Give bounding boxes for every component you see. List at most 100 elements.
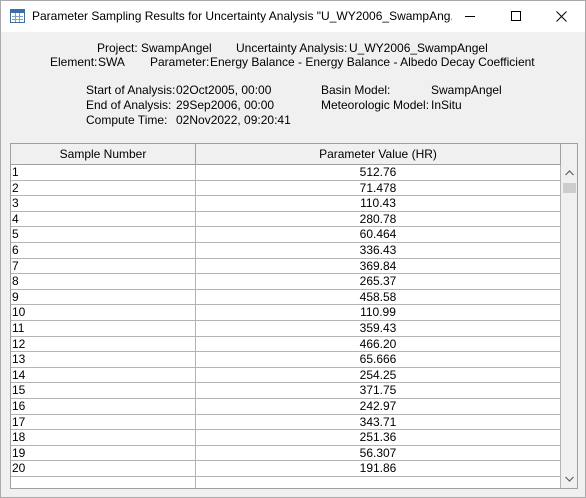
minimize-button[interactable] xyxy=(447,1,493,32)
analysis-info: Project: SwampAngel Uncertainty Analysis… xyxy=(1,32,585,142)
table-body: 1 512.76 2 71.478 3 110.43 4 280.78 5 60.464 6 336.… xyxy=(11,165,561,488)
met-value: InSitu xyxy=(431,98,462,112)
end-value: 29Sep2006, 00:00 xyxy=(176,98,275,112)
parameter-value-cell[interactable]: 512.76 xyxy=(196,165,561,181)
table-row[interactable]: 3 110.43 xyxy=(11,196,561,212)
parameter-value-cell[interactable]: 280.78 xyxy=(196,211,561,228)
sample-number-cell[interactable]: 14 xyxy=(11,367,196,384)
project-value: SwampAngel xyxy=(141,41,212,55)
results-window: Parameter Sampling Results for Uncertain… xyxy=(0,0,586,498)
sample-number-cell[interactable]: 20 xyxy=(11,461,196,477)
sample-number-cell[interactable]: 13 xyxy=(11,352,196,368)
scrollbar-thumb[interactable] xyxy=(563,183,576,193)
scroll-down-button[interactable] xyxy=(561,471,577,488)
minimize-icon xyxy=(465,16,475,17)
sample-number-cell[interactable]: 1 xyxy=(11,165,196,181)
window-title: Parameter Sampling Results for Uncertain… xyxy=(32,9,452,23)
sample-number-cell[interactable]: 5 xyxy=(11,227,196,243)
sample-number-cell[interactable]: 4 xyxy=(11,211,196,228)
table-row[interactable]: 6 336.43 xyxy=(11,242,561,259)
sample-number-cell[interactable]: 17 xyxy=(11,414,196,431)
parameter-value-cell[interactable]: 336.43 xyxy=(196,242,561,259)
met-label: Meteorologic Model: xyxy=(321,98,430,112)
table-row[interactable]: 14 254.25 xyxy=(11,367,561,384)
sample-number-cell[interactable]: 3 xyxy=(11,196,196,212)
uncertainty-value: U_WY2006_SwampAngel xyxy=(349,41,488,55)
parameter-value-cell[interactable]: 110.43 xyxy=(196,196,561,212)
table-row[interactable]: 16 242.97 xyxy=(11,398,561,415)
sample-number-cell[interactable]: 7 xyxy=(11,258,196,275)
parameter-value: Energy Balance - Energy Balance - Albedo… xyxy=(210,55,535,69)
table-row[interactable]: 4 280.78 xyxy=(11,211,561,228)
table-row[interactable]: 20 191.86 xyxy=(11,461,561,477)
table-row[interactable]: 17 343.71 xyxy=(11,414,561,431)
table-icon xyxy=(10,9,25,23)
vertical-scrollbar[interactable] xyxy=(561,144,577,488)
sample-number-cell[interactable]: 9 xyxy=(11,289,196,306)
sample-number-cell[interactable]: 12 xyxy=(11,336,196,353)
table-row[interactable]: 13 65.666 xyxy=(11,352,561,368)
start-value: 02Oct2005, 00:00 xyxy=(176,83,272,97)
column-header-sample-number[interactable]: Sample Number xyxy=(11,144,196,165)
table-row[interactable] xyxy=(11,476,561,488)
table-row[interactable]: 12 466.20 xyxy=(11,336,561,353)
table-row[interactable]: 11 359.43 xyxy=(11,320,561,337)
parameter-value-cell[interactable]: 369.84 xyxy=(196,258,561,275)
parameter-value-cell[interactable]: 343.71 xyxy=(196,414,561,431)
parameter-value-cell[interactable]: 65.666 xyxy=(196,352,561,368)
parameter-value-cell[interactable]: 56.307 xyxy=(196,445,561,462)
parameter-value-cell[interactable]: 60.464 xyxy=(196,227,561,243)
parameter-label: Parameter: xyxy=(150,55,210,69)
parameter-value-cell[interactable]: 466.20 xyxy=(196,336,561,353)
table-row[interactable]: 15 371.75 xyxy=(11,383,561,399)
table-row[interactable]: 2 71.478 xyxy=(11,180,561,197)
sample-number-cell[interactable]: 2 xyxy=(11,180,196,197)
table-row[interactable]: 7 369.84 xyxy=(11,258,561,275)
parameter-value-cell[interactable]: 242.97 xyxy=(196,398,561,415)
project-label: Project: xyxy=(97,41,138,55)
column-header-parameter-value[interactable]: Parameter Value (HR) xyxy=(196,144,561,165)
parameter-value-cell[interactable]: 265.37 xyxy=(196,274,561,290)
maximize-button[interactable] xyxy=(493,1,539,32)
parameter-value-cell[interactable]: 251.36 xyxy=(196,430,561,446)
parameter-value-cell[interactable]: 254.25 xyxy=(196,367,561,384)
element-value: SWA xyxy=(98,55,125,69)
parameter-value-cell[interactable]: 110.99 xyxy=(196,305,561,321)
basin-value: SwampAngel xyxy=(431,83,502,97)
sample-number-cell[interactable]: 8 xyxy=(11,274,196,290)
parameter-value-cell[interactable]: 359.43 xyxy=(196,320,561,337)
sample-number-cell[interactable]: 6 xyxy=(11,242,196,259)
table-row[interactable]: 8 265.37 xyxy=(11,274,561,290)
table-row[interactable]: 5 60.464 xyxy=(11,227,561,243)
end-label: End of Analysis: xyxy=(86,98,172,112)
table-row[interactable]: 1 512.76 xyxy=(11,165,561,181)
chevron-up-icon xyxy=(565,170,574,176)
scroll-up-button[interactable] xyxy=(561,165,577,182)
table-row[interactable]: 9 458.58 xyxy=(11,289,561,306)
close-button[interactable] xyxy=(539,1,585,32)
compute-value: 02Nov2022, 09:20:41 xyxy=(176,113,291,127)
results-table: Sample Number Parameter Value (HR) 1 512.… xyxy=(10,143,578,489)
sample-number-cell[interactable]: 16 xyxy=(11,398,196,415)
parameter-value-cell[interactable]: 71.478 xyxy=(196,180,561,197)
sample-number-cell[interactable]: 15 xyxy=(11,383,196,399)
parameter-value-cell[interactable]: 458.58 xyxy=(196,289,561,306)
parameter-value-cell[interactable] xyxy=(196,476,561,488)
start-label: Start of Analysis: xyxy=(86,83,176,97)
uncertainty-label: Uncertainty Analysis: xyxy=(236,41,348,55)
table-header: Sample Number Parameter Value (HR) xyxy=(11,144,561,165)
sample-number-cell[interactable] xyxy=(11,476,196,488)
sample-number-cell[interactable]: 19 xyxy=(11,445,196,462)
table-row[interactable]: 19 56.307 xyxy=(11,445,561,462)
element-label: Element: xyxy=(50,55,98,69)
parameter-value-cell[interactable]: 191.86 xyxy=(196,461,561,477)
sample-number-cell[interactable]: 18 xyxy=(11,430,196,446)
chevron-down-icon xyxy=(565,476,574,482)
title-bar[interactable]: Parameter Sampling Results for Uncertain… xyxy=(1,1,585,32)
parameter-value-cell[interactable]: 371.75 xyxy=(196,383,561,399)
basin-label: Basin Model: xyxy=(321,83,391,97)
table-row[interactable]: 18 251.36 xyxy=(11,430,561,446)
sample-number-cell[interactable]: 11 xyxy=(11,320,196,337)
sample-number-cell[interactable]: 10 xyxy=(11,305,196,321)
table-row[interactable]: 10 110.99 xyxy=(11,305,561,321)
